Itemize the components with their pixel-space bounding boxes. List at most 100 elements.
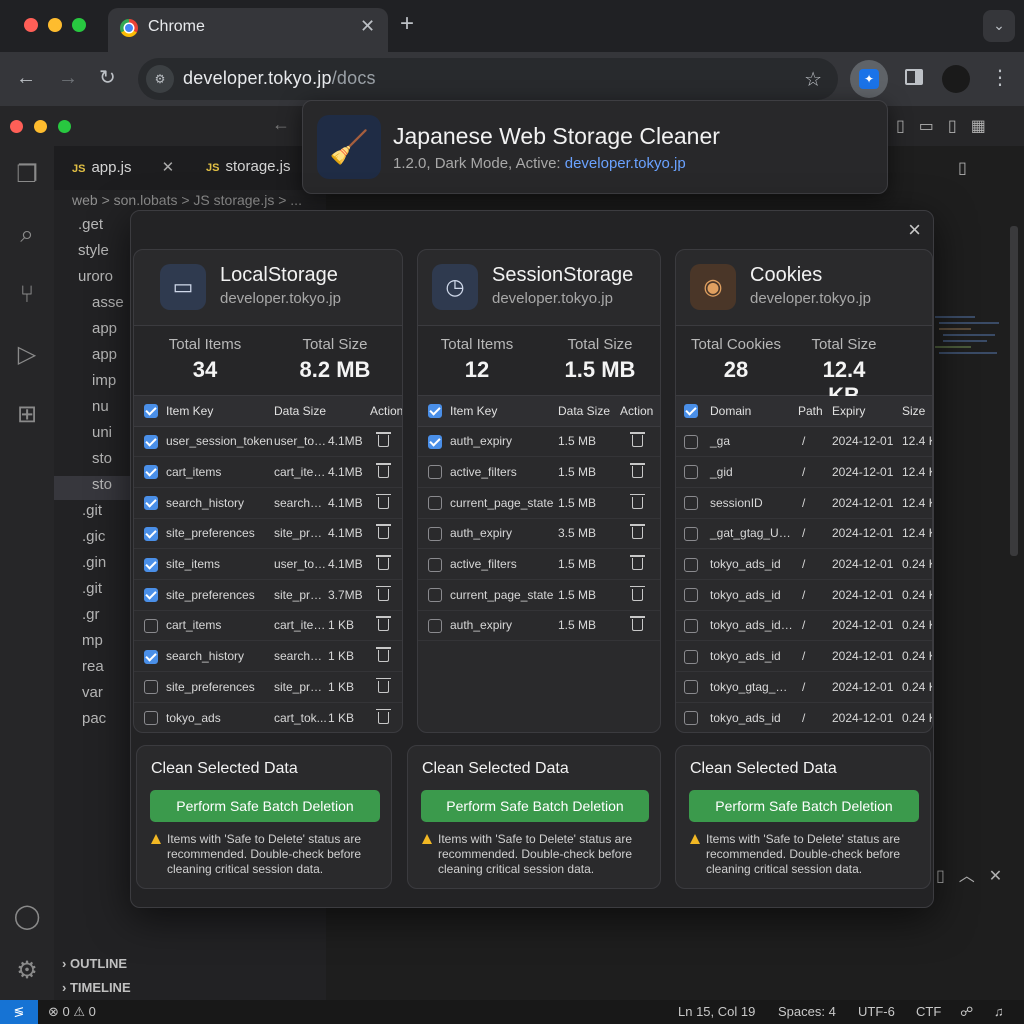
cursor-position[interactable]: Ln 15, Col 19 — [678, 1004, 755, 1019]
row-checkbox[interactable] — [428, 465, 442, 480]
problems-count[interactable]: ⊗ 0 ⚠ 0 — [48, 1004, 96, 1020]
timeline-section[interactable]: › TIMELINE — [62, 980, 131, 995]
tree-item[interactable]: .gr — [82, 606, 100, 623]
tree-item[interactable]: asse — [92, 294, 124, 311]
tree-item[interactable]: nu — [92, 398, 109, 415]
row-checkbox[interactable] — [684, 434, 698, 449]
table-row[interactable]: user_session_token user_token 4.1MB — [134, 426, 402, 458]
table-row[interactable]: active_filters 1.5 MB — [418, 548, 660, 580]
settings-gear-icon[interactable]: ⚙ — [12, 956, 42, 986]
search-icon[interactable]: ⌕ — [12, 220, 42, 250]
table-row[interactable]: _ga/2024-12-0112.4 K — [676, 426, 932, 458]
trash-icon[interactable] — [376, 647, 391, 663]
reload-button[interactable]: ↻ — [99, 66, 116, 90]
table-row[interactable]: active_filters 1.5 MB — [418, 456, 660, 488]
row-checkbox[interactable] — [144, 710, 158, 725]
site-settings-icon[interactable]: ⚙ — [146, 65, 174, 93]
remote-indicator[interactable]: ≶ — [0, 1000, 38, 1024]
tree-item[interactable]: mp — [82, 632, 103, 649]
batch-delete-button[interactable]: Perform Safe Batch Deletion — [150, 790, 380, 822]
trash-icon[interactable] — [376, 524, 391, 540]
row-checkbox[interactable] — [684, 710, 698, 725]
batch-delete-button[interactable]: Perform Safe Batch Deletion — [689, 790, 919, 822]
table-row[interactable]: auth_expiry 1.5 MB — [418, 610, 660, 642]
row-checkbox[interactable] — [684, 618, 698, 633]
table-row[interactable]: tokyo_ads_id/2024-12-010.24 K — [676, 579, 932, 611]
close-window-button[interactable] — [24, 18, 38, 32]
row-checkbox[interactable] — [428, 434, 442, 449]
table-row[interactable]: search_history search_h... 4.1MB — [134, 487, 402, 519]
row-checkbox[interactable] — [428, 618, 442, 633]
tree-item[interactable]: sto — [92, 476, 112, 493]
tree-item[interactable]: uni — [92, 424, 112, 441]
trash-icon[interactable] — [630, 524, 645, 540]
tab-storage-js[interactable]: JS storage.js — [206, 158, 291, 175]
table-row[interactable]: cart_items cart_items 4.1MB — [134, 456, 402, 488]
trash-icon[interactable] — [376, 677, 391, 693]
tree-item[interactable]: .git — [82, 580, 102, 597]
table-row[interactable]: site_preferences site_pref... 3.7MB — [134, 579, 402, 611]
tab-close-icon[interactable]: ✕ — [360, 16, 375, 37]
account-icon[interactable]: ◯ — [12, 902, 42, 932]
row-checkbox[interactable] — [684, 526, 698, 541]
tree-item[interactable]: .get — [78, 216, 103, 233]
row-checkbox[interactable] — [684, 588, 698, 603]
tree-item[interactable]: app — [92, 320, 117, 337]
trash-icon[interactable] — [630, 463, 645, 479]
row-checkbox[interactable] — [144, 434, 158, 449]
row-checkbox[interactable] — [144, 649, 158, 664]
editor-scrollbar[interactable] — [1010, 226, 1018, 556]
row-checkbox[interactable] — [144, 618, 158, 633]
trash-icon[interactable] — [376, 432, 391, 448]
line-ending[interactable]: CTF — [916, 1004, 941, 1019]
table-row[interactable]: search_history search_h... 1 KB — [134, 640, 402, 672]
table-row[interactable]: tokyo_ads_id/2024-12-010.24 K — [676, 548, 932, 580]
new-tab-button[interactable]: + — [400, 12, 414, 36]
chrome-menu-icon[interactable]: ⋮ — [990, 65, 1010, 91]
table-row[interactable]: site_items user_token 4.1MB — [134, 548, 402, 580]
trash-icon[interactable] — [376, 708, 391, 724]
trash-icon[interactable] — [376, 585, 391, 601]
trash-icon[interactable] — [376, 493, 391, 509]
table-row[interactable]: tokyo_ads cart_tok... 1 KB — [134, 702, 402, 732]
trash-icon[interactable] — [630, 616, 645, 632]
tree-item[interactable]: imp — [92, 372, 116, 389]
tree-item[interactable]: sto — [92, 450, 112, 467]
close-icon[interactable]: × — [908, 217, 921, 243]
trash-icon[interactable] — [630, 585, 645, 601]
minimize-window-button[interactable] — [48, 18, 62, 32]
row-checkbox[interactable] — [684, 557, 698, 572]
row-checkbox[interactable] — [144, 465, 158, 480]
panel-controls[interactable]: ▯︿✕ — [936, 862, 1016, 886]
notifications-bell-icon[interactable]: ♫ — [994, 1004, 1004, 1019]
trash-icon[interactable] — [630, 432, 645, 448]
tree-item[interactable]: .gin — [82, 554, 106, 571]
table-row[interactable]: tokyo_ads_id..../2024-12-010.24 K — [676, 610, 932, 642]
table-row[interactable]: auth_expiry 3.5 MB — [418, 518, 660, 550]
trash-icon[interactable] — [376, 616, 391, 632]
table-row[interactable]: cart_items cart_items 1 KB — [134, 610, 402, 642]
editor-close-button[interactable] — [10, 120, 23, 133]
tree-item[interactable]: .git — [82, 502, 102, 519]
run-debug-icon[interactable]: ▷ — [12, 340, 42, 370]
row-checkbox[interactable] — [684, 680, 698, 695]
table-row[interactable]: _gat_gtag_UA.../2024-12-0112.4 K — [676, 518, 932, 550]
table-row[interactable]: sessionID/2024-12-0112.4 K — [676, 487, 932, 519]
table-row[interactable]: _gid/2024-12-0112.4 K — [676, 456, 932, 488]
trash-icon[interactable] — [376, 555, 391, 571]
layout-icons[interactable]: ▯▭▯▦ — [896, 116, 1000, 136]
outline-section[interactable]: › OUTLINE — [62, 956, 127, 971]
editor-maximize-button[interactable] — [58, 120, 71, 133]
feedback-icon[interactable]: ☍ — [960, 1004, 973, 1020]
batch-delete-button[interactable]: Perform Safe Batch Deletion — [421, 790, 649, 822]
url-text[interactable]: developer.tokyo.jp/docs — [183, 68, 376, 89]
tree-item[interactable]: style — [78, 242, 109, 259]
tree-item[interactable]: app — [92, 346, 117, 363]
explorer-icon[interactable]: ❐ — [12, 160, 42, 190]
select-all-checkbox[interactable] — [684, 404, 698, 419]
table-row[interactable]: tokyo_ads_id/2024-12-010.24 K — [676, 640, 932, 672]
row-checkbox[interactable] — [144, 557, 158, 572]
extensions-icon[interactable]: ⊞ — [12, 400, 42, 430]
source-control-icon[interactable]: ⑂ — [12, 280, 42, 310]
row-checkbox[interactable] — [144, 496, 158, 511]
